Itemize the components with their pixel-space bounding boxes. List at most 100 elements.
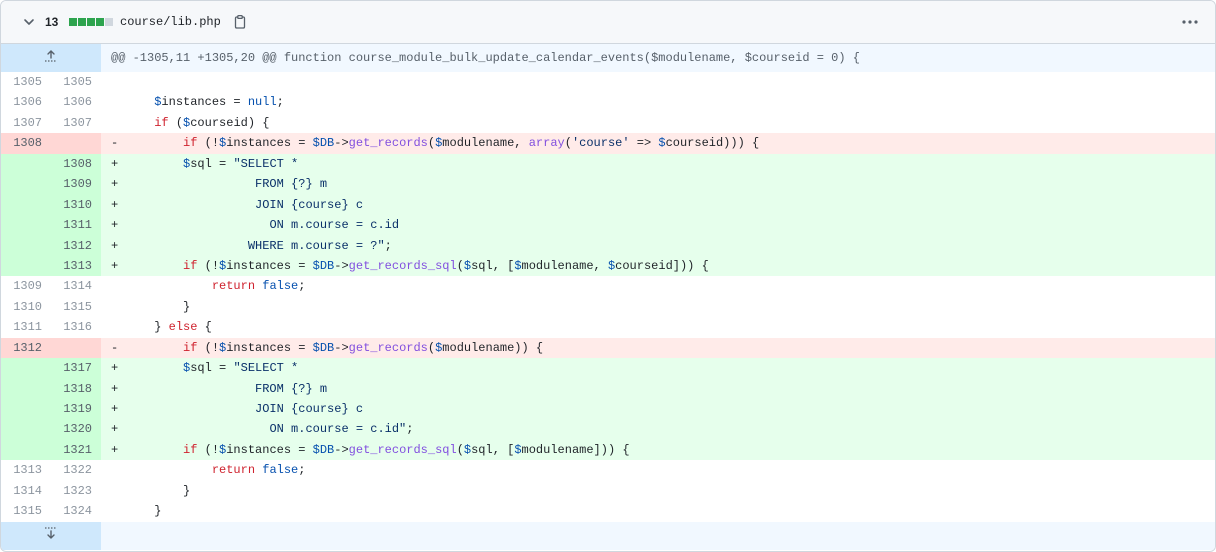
new-line-number[interactable]: 1314 — [51, 276, 101, 296]
hunk-header-row: @@ -1305,11 +1305,20 @@ function course_… — [1, 44, 1215, 72]
expand-up-button[interactable] — [1, 44, 101, 72]
code-content: + ON m.course = c.id — [101, 215, 1215, 236]
diffstat-block-added — [69, 18, 77, 26]
diffstat-block-added — [87, 18, 95, 26]
diff-sign — [111, 279, 118, 293]
old-line-number[interactable]: 1309 — [1, 276, 51, 296]
diff-sign — [111, 320, 118, 334]
old-line-number[interactable]: 1307 — [1, 113, 51, 133]
chevron-down-icon[interactable] — [21, 14, 37, 30]
file-name-link[interactable]: course/lib.php — [120, 14, 221, 30]
old-line-number[interactable] — [1, 378, 51, 399]
new-line-number[interactable]: 1307 — [51, 113, 101, 133]
old-line-number[interactable] — [1, 255, 51, 277]
old-line-number[interactable]: 1315 — [1, 501, 51, 521]
expand-bottom-filler — [101, 521, 1215, 550]
old-line-number[interactable]: 1310 — [1, 297, 51, 317]
old-line-number[interactable]: 1312 — [1, 337, 51, 359]
diff-sign — [111, 116, 118, 130]
diffstat-block-neutral — [105, 18, 113, 26]
new-line-number[interactable]: 1323 — [51, 481, 101, 501]
old-line-number[interactable] — [1, 215, 51, 236]
new-line-number[interactable]: 1319 — [51, 399, 101, 420]
new-line-number[interactable]: 1306 — [51, 92, 101, 112]
code-content: $instances = null; — [101, 92, 1215, 112]
new-line-number[interactable]: 1318 — [51, 378, 101, 399]
diff-line-context: 1306 1306 $instances = null; — [1, 92, 1215, 112]
new-line-number[interactable]: 1316 — [51, 317, 101, 337]
new-line-number[interactable]: 1309 — [51, 174, 101, 195]
diff-sign: + — [111, 402, 119, 416]
new-line-number[interactable]: 1308 — [51, 153, 101, 175]
diff-sign: + — [111, 177, 119, 192]
old-line-number[interactable]: 1311 — [1, 317, 51, 337]
old-line-number[interactable]: 1308 — [1, 133, 51, 154]
copy-icon[interactable] — [232, 14, 248, 30]
diff-line-context: 1315 1324 } — [1, 501, 1215, 521]
old-line-number[interactable]: 1306 — [1, 92, 51, 112]
code-content: - if (!$instances = $DB->get_records($mo… — [101, 133, 1215, 154]
file-header: 13 course/lib.php — [1, 1, 1215, 44]
old-line-number[interactable]: 1314 — [1, 481, 51, 501]
new-line-number[interactable]: 1317 — [51, 358, 101, 379]
changes-count: 13 — [45, 15, 59, 29]
code-content: + FROM {?} m — [101, 378, 1215, 399]
diff-line-added: 1320 + ON m.course = c.id"; — [1, 419, 1215, 440]
diff-sign: + — [111, 381, 119, 396]
diff-sign — [111, 300, 118, 314]
new-line-number[interactable]: 1312 — [51, 235, 101, 256]
new-line-number[interactable] — [51, 337, 101, 359]
old-line-number[interactable] — [1, 174, 51, 195]
diff-sign — [111, 484, 118, 498]
diff-sign: + — [111, 218, 119, 233]
diff-line-context: 1313 1322 return false; — [1, 460, 1215, 480]
diff-line-removed: 1312 - if (!$instances = $DB->get_records… — [1, 337, 1215, 359]
diff-sign: + — [111, 361, 119, 376]
code-content: + JOIN {course} c — [101, 194, 1215, 216]
diff-sign: + — [111, 238, 119, 253]
diff-line-added: 1317 + $sql = "SELECT * — [1, 358, 1215, 379]
new-line-number[interactable]: 1322 — [51, 460, 101, 480]
code-content: } — [101, 297, 1215, 317]
new-line-number[interactable]: 1320 — [51, 419, 101, 440]
old-line-number[interactable] — [1, 235, 51, 256]
diff-line-added: 1321 + if (!$instances = $DB->get_records… — [1, 439, 1215, 461]
code-content: + $sql = "SELECT * — [101, 153, 1215, 175]
new-line-number[interactable]: 1324 — [51, 501, 101, 521]
old-line-number[interactable] — [1, 153, 51, 175]
new-line-number[interactable]: 1313 — [51, 255, 101, 277]
code-content: } else { — [101, 317, 1215, 337]
code-content: if ($courseid) { — [101, 113, 1215, 133]
diff-lines: 1305 1305 1306 1306 $instances = null; 1307… — [1, 72, 1215, 522]
kebab-horizontal-icon[interactable] — [1181, 14, 1199, 30]
code-content: + if (!$instances = $DB->get_records_sql… — [101, 255, 1215, 277]
new-line-number[interactable]: 1305 — [51, 72, 101, 92]
old-line-number[interactable] — [1, 358, 51, 379]
old-line-number[interactable]: 1313 — [1, 460, 51, 480]
new-line-number[interactable] — [51, 133, 101, 154]
diff-line-context: 1305 1305 — [1, 72, 1215, 92]
diff-line-context: 1314 1323 } — [1, 481, 1215, 501]
old-line-number[interactable] — [1, 194, 51, 216]
diff-line-context: 1307 1307 if ($courseid) { — [1, 113, 1215, 133]
diffstat-block-added — [96, 18, 104, 26]
diffstat-block-added — [78, 18, 86, 26]
old-line-number[interactable] — [1, 399, 51, 420]
old-line-number[interactable] — [1, 419, 51, 440]
new-line-number[interactable]: 1315 — [51, 297, 101, 317]
diff-line-added: 1311 + ON m.course = c.id — [1, 215, 1215, 236]
old-line-number[interactable]: 1305 — [1, 72, 51, 92]
expand-down-button[interactable] — [1, 521, 101, 550]
new-line-number[interactable]: 1310 — [51, 194, 101, 216]
old-line-number[interactable] — [1, 439, 51, 461]
diff-sign — [111, 504, 118, 518]
diff-sign: - — [111, 136, 119, 151]
code-content: return false; — [101, 460, 1215, 480]
code-content — [101, 72, 1215, 92]
code-content: + ON m.course = c.id"; — [101, 419, 1215, 440]
new-line-number[interactable]: 1311 — [51, 215, 101, 236]
diff-line-context: 1309 1314 return false; — [1, 276, 1215, 296]
diff-line-added: 1313 + if (!$instances = $DB->get_records… — [1, 255, 1215, 277]
code-content: } — [101, 501, 1215, 521]
new-line-number[interactable]: 1321 — [51, 439, 101, 461]
